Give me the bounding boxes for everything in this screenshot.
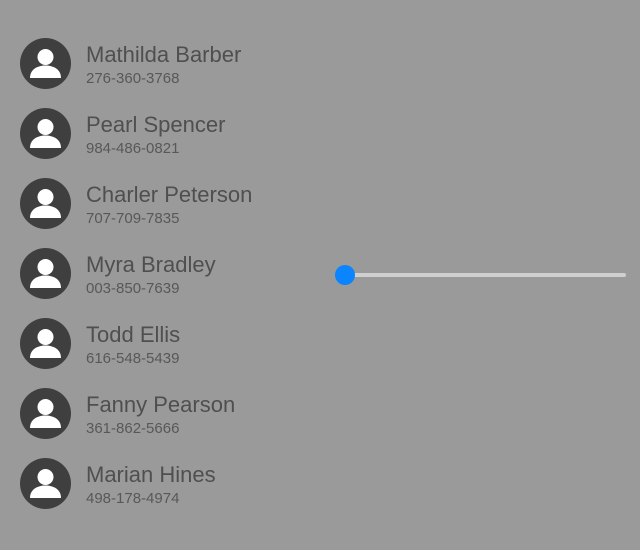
contact-list: Mathilda Barber 276-360-3768 Pearl Spenc… xyxy=(20,38,320,528)
person-icon xyxy=(20,38,71,89)
person-icon xyxy=(20,178,71,229)
person-icon xyxy=(20,108,71,159)
contact-phone: 276-360-3768 xyxy=(86,70,180,87)
contact-phone: 707-709-7835 xyxy=(86,210,180,227)
person-icon xyxy=(20,458,71,509)
contact-item[interactable]: Mathilda Barber 276-360-3768 xyxy=(20,38,320,108)
person-icon xyxy=(20,248,71,299)
slider[interactable] xyxy=(335,265,626,285)
contact-name: Charler Peterson xyxy=(86,182,253,207)
contact-item[interactable]: Charler Peterson 707-709-7835 xyxy=(20,178,320,248)
person-icon xyxy=(20,318,71,369)
contact-phone: 616-548-5439 xyxy=(86,350,180,367)
contact-phone: 984-486-0821 xyxy=(86,140,180,157)
contact-item[interactable]: Todd Ellis 616-548-5439 xyxy=(20,318,320,388)
slider-track[interactable] xyxy=(335,273,626,277)
contact-phone: 003-850-7639 xyxy=(86,280,180,297)
slider-thumb[interactable] xyxy=(335,265,355,285)
person-icon xyxy=(20,388,71,439)
contact-name: Marian Hines xyxy=(86,462,216,487)
contact-phone: 361-862-5666 xyxy=(86,420,180,437)
contact-item[interactable]: Marian Hines 498-178-4974 xyxy=(20,458,320,528)
contact-item[interactable]: Pearl Spencer 984-486-0821 xyxy=(20,108,320,178)
contact-phone: 498-178-4974 xyxy=(86,490,180,507)
contact-item[interactable]: Myra Bradley 003-850-7639 xyxy=(20,248,320,318)
contact-name: Fanny Pearson xyxy=(86,392,236,417)
contact-name: Todd Ellis xyxy=(86,322,181,347)
contact-name: Myra Bradley xyxy=(86,252,216,277)
contact-name: Mathilda Barber xyxy=(86,42,242,67)
contact-name: Pearl Spencer xyxy=(86,112,226,137)
contact-item[interactable]: Fanny Pearson 361-862-5666 xyxy=(20,388,320,458)
